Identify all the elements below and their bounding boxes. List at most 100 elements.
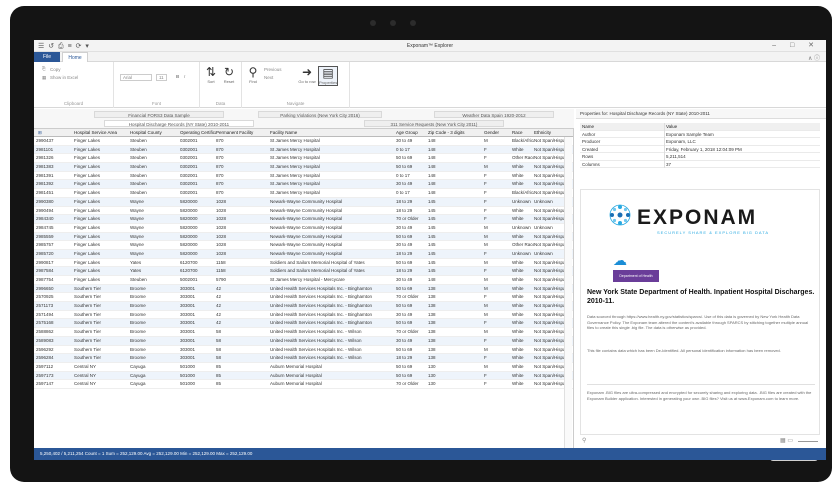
table-cell[interactable]: Broome bbox=[130, 319, 180, 328]
table-cell[interactable]: Not Span/Hispan bbox=[534, 241, 564, 250]
column-header[interactable]: Facility Name bbox=[270, 129, 350, 137]
zoom-slider[interactable] bbox=[798, 441, 818, 442]
table-cell[interactable]: Not Span/Hispan bbox=[534, 189, 564, 198]
property-row[interactable]: Author Exponam Sample Team bbox=[580, 130, 820, 138]
table-cell[interactable]: 50 to 69 bbox=[396, 154, 426, 163]
table-cell[interactable]: 2596292 bbox=[36, 346, 74, 355]
table-cell[interactable]: White bbox=[512, 372, 534, 381]
table-cell[interactable]: Steuben bbox=[130, 189, 180, 198]
table-cell[interactable]: 5820000 bbox=[180, 224, 216, 233]
table-cell[interactable]: 30 to 49 bbox=[396, 276, 426, 285]
window-controls[interactable]: – □ ✕ bbox=[772, 41, 820, 49]
table-cell[interactable]: 30 to 49 bbox=[396, 137, 426, 146]
table-cell[interactable]: Not Span/Hispan bbox=[534, 372, 564, 381]
table-cell[interactable]: White bbox=[512, 302, 534, 311]
table-cell[interactable]: Finger Lakes bbox=[74, 154, 130, 163]
table-cell[interactable]: Southern Tier bbox=[74, 354, 130, 363]
table-cell[interactable]: Newark-Wayne Community Hospital bbox=[270, 224, 394, 233]
table-cell[interactable]: 2589083 bbox=[36, 337, 74, 346]
table-cell[interactable]: 303001 bbox=[180, 328, 216, 337]
table-cell[interactable]: Finger Lakes bbox=[74, 163, 130, 172]
table-cell[interactable]: Broome bbox=[130, 311, 180, 320]
table-cell[interactable]: M bbox=[484, 346, 512, 355]
table-cell[interactable]: F bbox=[484, 319, 512, 328]
table-cell[interactable]: Broome bbox=[130, 354, 180, 363]
table-cell[interactable]: St James Mercy Hospital bbox=[270, 180, 394, 189]
table-cell[interactable]: 2990437 bbox=[36, 137, 74, 146]
copy-button[interactable]: Copy bbox=[50, 67, 61, 72]
table-cell[interactable]: 85 bbox=[216, 372, 260, 381]
table-cell[interactable]: Southern Tier bbox=[74, 285, 130, 294]
table-cell[interactable]: 2985720 bbox=[36, 250, 74, 259]
table-cell[interactable]: 42 bbox=[216, 285, 260, 294]
table-cell[interactable]: 0 to 17 bbox=[396, 146, 426, 155]
table-cell[interactable]: 2996650 bbox=[36, 285, 74, 294]
table-cell[interactable]: 85 bbox=[216, 363, 260, 372]
table-row[interactable]: 2981326 Finger Lakes Steuben 0302001 870 St J… bbox=[34, 154, 573, 164]
table-cell[interactable]: Finger Lakes bbox=[74, 198, 130, 207]
dataset-tab[interactable]: Weather Data Spain 1920-2012 bbox=[434, 111, 554, 118]
table-cell[interactable]: M bbox=[484, 224, 512, 233]
ribbon-collapse-icon[interactable]: ∧ ⓘ bbox=[808, 53, 820, 62]
find-button[interactable]: ⚲ Find bbox=[246, 66, 260, 85]
table-cell[interactable]: 5820000 bbox=[180, 207, 216, 216]
table-cell[interactable]: 18 to 29 bbox=[396, 207, 426, 216]
table-cell[interactable]: Steuben bbox=[130, 137, 180, 146]
table-cell[interactable]: M bbox=[484, 276, 512, 285]
table-cell[interactable]: 501000 bbox=[180, 363, 216, 372]
table-cell[interactable]: 50 to 69 bbox=[396, 163, 426, 172]
table-cell[interactable]: 148 bbox=[428, 276, 484, 285]
table-cell[interactable]: Wayne bbox=[130, 215, 180, 224]
table-cell[interactable]: 130 bbox=[428, 363, 484, 372]
table-cell[interactable]: Black/African bbox=[512, 137, 534, 146]
table-cell[interactable]: 2981101 bbox=[36, 146, 74, 155]
table-cell[interactable]: 145 bbox=[428, 207, 484, 216]
table-row[interactable]: 2589083 Southern Tier Broome 303001 58 United… bbox=[34, 336, 573, 346]
table-cell[interactable]: Broome bbox=[130, 337, 180, 346]
table-cell[interactable]: Cayuga bbox=[130, 363, 180, 372]
table-cell[interactable]: F bbox=[484, 215, 512, 224]
table-cell[interactable]: Not Span/Hispan bbox=[534, 380, 564, 389]
table-cell[interactable]: Not Span/Hispan bbox=[534, 233, 564, 242]
table-row[interactable]: 2985757 Finger Lakes Wayne 5820000 1028 Newar… bbox=[34, 241, 573, 250]
table-cell[interactable]: 2596284 bbox=[36, 354, 74, 363]
table-cell[interactable]: Yates bbox=[130, 259, 180, 268]
table-cell[interactable]: 58 bbox=[216, 328, 260, 337]
table-row[interactable]: 2571173 Southern Tier Broome 303001 42 United… bbox=[34, 302, 573, 311]
table-cell[interactable]: Not Span/Hispan bbox=[534, 180, 564, 189]
table-cell[interactable]: Newark-Wayne Community Hospital bbox=[270, 250, 394, 259]
table-cell[interactable]: White bbox=[512, 180, 534, 189]
table-cell[interactable]: Finger Lakes bbox=[74, 215, 130, 224]
table-row[interactable]: 2981451 Finger Lakes Steuben 0302001 870 St J… bbox=[34, 189, 573, 198]
table-cell[interactable]: 0302001 bbox=[180, 163, 216, 172]
table-cell[interactable]: 2981326 bbox=[36, 154, 74, 163]
table-cell[interactable]: M bbox=[484, 137, 512, 146]
excel-icon[interactable]: ▦ bbox=[42, 75, 46, 81]
table-cell[interactable]: 50 to 69 bbox=[396, 233, 426, 242]
table-cell[interactable]: 42 bbox=[216, 311, 260, 320]
table-cell[interactable]: Not Span/Hispan bbox=[534, 172, 564, 181]
table-cell[interactable]: 1028 bbox=[216, 250, 260, 259]
table-cell[interactable]: Southern Tier bbox=[74, 293, 130, 302]
table-cell[interactable]: Unknown bbox=[534, 198, 564, 207]
table-cell[interactable]: Wayne bbox=[130, 250, 180, 259]
table-cell[interactable]: Unknown bbox=[512, 250, 534, 259]
sort-button[interactable]: ⇅ Sort bbox=[204, 66, 218, 85]
table-cell[interactable]: 303001 bbox=[180, 302, 216, 311]
table-cell[interactable]: 2597147 bbox=[36, 380, 74, 389]
table-cell[interactable]: F bbox=[484, 146, 512, 155]
table-cell[interactable]: White bbox=[512, 346, 534, 355]
table-cell[interactable]: 0302001 bbox=[180, 154, 216, 163]
table-cell[interactable]: 2981383 bbox=[36, 163, 74, 172]
table-cell[interactable]: United Health Services Hospitals Inc. - … bbox=[270, 293, 394, 302]
table-cell[interactable]: Wayne bbox=[130, 241, 180, 250]
table-cell[interactable]: Unknown bbox=[512, 224, 534, 233]
table-cell[interactable]: 50 to 69 bbox=[396, 363, 426, 372]
table-cell[interactable]: 148 bbox=[428, 146, 484, 155]
table-row[interactable]: 2985720 Finger Lakes Wayne 5820000 1028 Newar… bbox=[34, 249, 573, 259]
table-cell[interactable]: F bbox=[484, 267, 512, 276]
table-cell[interactable]: 2597173 bbox=[36, 372, 74, 381]
table-cell[interactable]: Wayne bbox=[130, 233, 180, 242]
table-cell[interactable]: Not Span/Hispan bbox=[534, 146, 564, 155]
table-cell[interactable]: White bbox=[512, 233, 534, 242]
